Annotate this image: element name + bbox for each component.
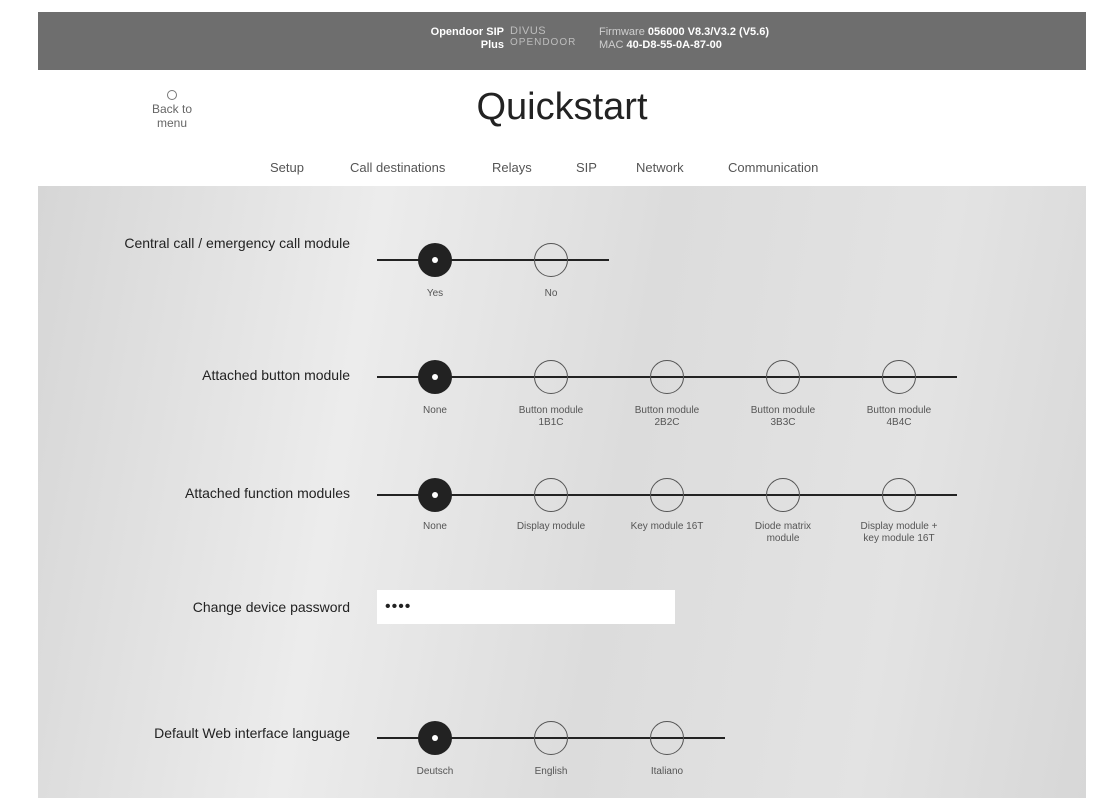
product-name: Opendoor SIP Plus (388, 26, 504, 52)
button-module-option-none-label: None (423, 405, 447, 416)
language-option-deutsch[interactable] (418, 721, 452, 755)
page-header: Back to menu Quickstart Setup Call desti… (38, 70, 1086, 188)
device-info-bar: Opendoor SIP Plus DIVUS OPENDOOR Firmwar… (38, 12, 1086, 70)
tab-setup[interactable]: Setup (270, 160, 304, 188)
language-option-english-label: English (534, 766, 568, 777)
central-call-option-no[interactable] (534, 243, 568, 277)
function-modules-option-display[interactable] (534, 478, 568, 512)
language-option-english[interactable] (534, 721, 568, 755)
tab-communication[interactable]: Communication (728, 160, 818, 175)
language-option-italiano[interactable] (650, 721, 684, 755)
product-name-line2: Plus (480, 39, 504, 51)
logo-line2: OPENDOOR (510, 37, 577, 48)
firmware-label: Firmware (599, 26, 645, 38)
firmware-info: Firmware 056000 V8.3/V3.2 (V5.6) MAC 40-… (599, 26, 769, 52)
function-modules-option-diode-matrix[interactable] (766, 478, 800, 512)
tab-sip[interactable]: SIP (576, 160, 597, 175)
function-modules-label: Attached function modules (185, 485, 350, 501)
button-module-option-1b1c-label: Button module 1B1C (518, 405, 584, 428)
button-module-option-4b4c-label: Button module 4B4C (866, 405, 932, 428)
central-call-option-yes[interactable] (418, 243, 452, 277)
button-module-option-1b1c[interactable] (534, 360, 568, 394)
page-title: Quickstart (476, 86, 648, 128)
language-option-italiano-label: Italiano (650, 766, 684, 777)
button-module-label: Attached button module (202, 367, 350, 383)
language-option-deutsch-label: Deutsch (416, 766, 454, 777)
mac-value: 40-D8-55-0A-87-00 (626, 39, 722, 51)
device-password-input[interactable] (377, 590, 675, 624)
function-modules-option-none[interactable] (418, 478, 452, 512)
tab-network[interactable]: Network (636, 160, 684, 175)
central-call-track (377, 259, 609, 261)
button-module-option-3b3c[interactable] (766, 360, 800, 394)
mac-label: MAC (599, 39, 624, 51)
firmware-value: 056000 V8.3/V3.2 (V5.6) (647, 26, 769, 38)
central-call-label: Central call / emergency call module (124, 235, 350, 251)
function-modules-option-diode-matrix-label: Diode matrix module (754, 521, 812, 544)
logo-line1: DIVUS (510, 25, 547, 37)
divus-opendoor-logo: DIVUS OPENDOOR (510, 25, 577, 49)
function-modules-option-display-key-16t-label: Display module + key module 16T (860, 521, 938, 544)
tab-relays[interactable]: Relays (492, 160, 532, 175)
central-call-option-no-label: No (544, 288, 558, 299)
button-module-option-2b2c[interactable] (650, 360, 684, 394)
function-modules-option-display-label: Display module (516, 521, 586, 532)
password-label: Change device password (192, 599, 350, 615)
function-modules-option-none-label: None (423, 521, 447, 532)
tab-bar: Setup Call destinations Relays SIP Netwo… (38, 160, 1086, 188)
settings-panel: Central call / emergency call module Yes… (38, 186, 1086, 798)
product-name-line1: Opendoor SIP (430, 26, 504, 38)
function-modules-option-key-16t[interactable] (650, 478, 684, 512)
app-frame: Opendoor SIP Plus DIVUS OPENDOOR Firmwar… (38, 12, 1086, 798)
button-module-option-4b4c[interactable] (882, 360, 916, 394)
function-modules-option-display-key-16t[interactable] (882, 478, 916, 512)
central-call-option-yes-label: Yes (426, 288, 444, 299)
language-label: Default Web interface language (154, 725, 350, 741)
button-module-option-none[interactable] (418, 360, 452, 394)
button-module-option-3b3c-label: Button module 3B3C (750, 405, 816, 428)
function-modules-option-key-16t-label: Key module 16T (630, 521, 704, 532)
button-module-option-2b2c-label: Button module 2B2C (634, 405, 700, 428)
tab-call-destinations[interactable]: Call destinations (350, 160, 445, 175)
